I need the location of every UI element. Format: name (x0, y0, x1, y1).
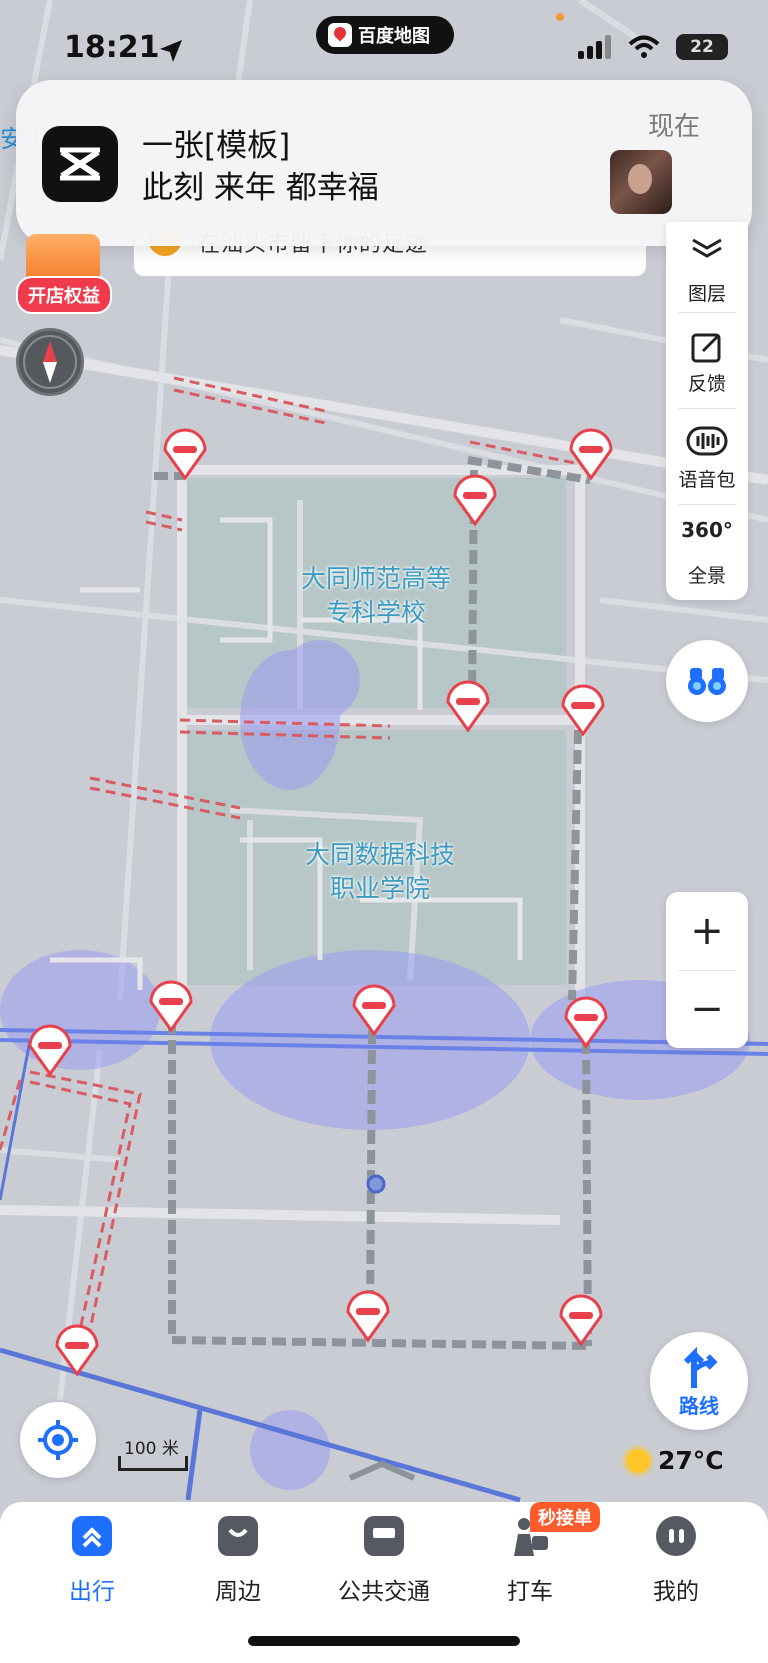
nav-label: 打车 (507, 1579, 553, 1605)
status-time: 18:21 (64, 30, 160, 65)
baidu-map-logo-icon (328, 23, 352, 47)
status-icons: 22 (578, 34, 728, 60)
compass-icon[interactable] (16, 328, 84, 396)
notification-thumbnail (610, 150, 672, 214)
home-indicator[interactable] (248, 1636, 520, 1646)
privacy-indicator (556, 13, 564, 21)
signal-icon (578, 35, 611, 59)
weather-widget[interactable]: 27°C (626, 1446, 724, 1475)
battery-icon: 22 (676, 34, 728, 60)
panorama-360-icon: 360° (681, 518, 733, 542)
route-label: 路线 (679, 1394, 719, 1418)
nav-mine[interactable]: 我的 (606, 1516, 746, 1616)
notification-title: 一张[模板] (142, 128, 291, 164)
nav-travel[interactable]: 出行 (22, 1516, 162, 1616)
map-scale-bar (118, 1456, 188, 1471)
voice-pack-icon (686, 426, 728, 456)
app-pill[interactable]: 百度地图 (316, 16, 454, 54)
nav-nearby[interactable]: 周边 (168, 1516, 308, 1616)
binoculars-icon (688, 668, 726, 695)
nav-label: 我的 (653, 1579, 699, 1605)
tool-label: 反馈 (687, 373, 726, 395)
notification-time: 现在 (647, 112, 700, 142)
poi-dot[interactable] (366, 1174, 386, 1194)
locate-me-button[interactable] (20, 1402, 96, 1478)
route-arrow-icon (683, 1346, 718, 1388)
zoom-controls: + − (666, 892, 748, 1048)
location-arrow-icon (160, 40, 182, 62)
nav-label: 周边 (215, 1579, 261, 1605)
nav-label: 出行 (69, 1579, 115, 1605)
tool-layers[interactable]: 图层 (666, 222, 748, 318)
binoculars-button[interactable] (666, 640, 748, 722)
zoom-in-button[interactable]: + (666, 892, 748, 970)
poi-label-line2: 大同数据科技 职业学院 (304, 840, 455, 903)
taxi-badge: 秒接单 (530, 1502, 600, 1532)
profile-icon (656, 1516, 696, 1556)
layers-icon (692, 238, 722, 258)
notification-banner[interactable]: 一张[模板] 此刻 来年 都幸福 现在 (16, 80, 752, 246)
crosshair-icon (38, 1420, 78, 1460)
tool-feedback[interactable]: 反馈 (666, 312, 748, 408)
poi-label-college[interactable]: 大同数据科技 职业学院 (280, 838, 480, 906)
nearby-icon (218, 1516, 258, 1556)
battery-level: 22 (690, 37, 714, 57)
route-button[interactable]: 路线 (650, 1332, 748, 1430)
wifi-icon (628, 35, 660, 58)
tool-voice-pack[interactable]: 语音包 (666, 408, 748, 504)
notification-body: 此刻 来年 都幸福 (142, 170, 379, 206)
poi-label-school[interactable]: 大同师范高等 专科学校 (276, 562, 476, 630)
poi-label-line1: 大同师范高等 专科学校 (300, 564, 451, 627)
feedback-icon (691, 333, 721, 363)
bus-icon (364, 1516, 404, 1556)
tool-label: 语音包 (678, 469, 736, 491)
capcut-app-icon (42, 126, 118, 202)
tool-panorama[interactable]: 360° 全景 (666, 504, 748, 600)
map-tool-panel: 图层 反馈 语音包 360° 全景 (666, 222, 748, 600)
tool-label: 图层 (687, 283, 726, 305)
tool-label: 全景 (687, 565, 726, 587)
weather-temp: 27°C (658, 1446, 724, 1475)
zoom-out-button[interactable]: − (666, 970, 748, 1048)
shop-promo-label[interactable]: 开店权益 (16, 276, 112, 314)
sun-icon (626, 1448, 650, 1473)
app-pill-label: 百度地图 (358, 26, 430, 47)
nav-label: 公共交通 (338, 1579, 430, 1605)
travel-icon (72, 1516, 112, 1556)
nav-transit[interactable]: 公共交通 (314, 1516, 454, 1616)
